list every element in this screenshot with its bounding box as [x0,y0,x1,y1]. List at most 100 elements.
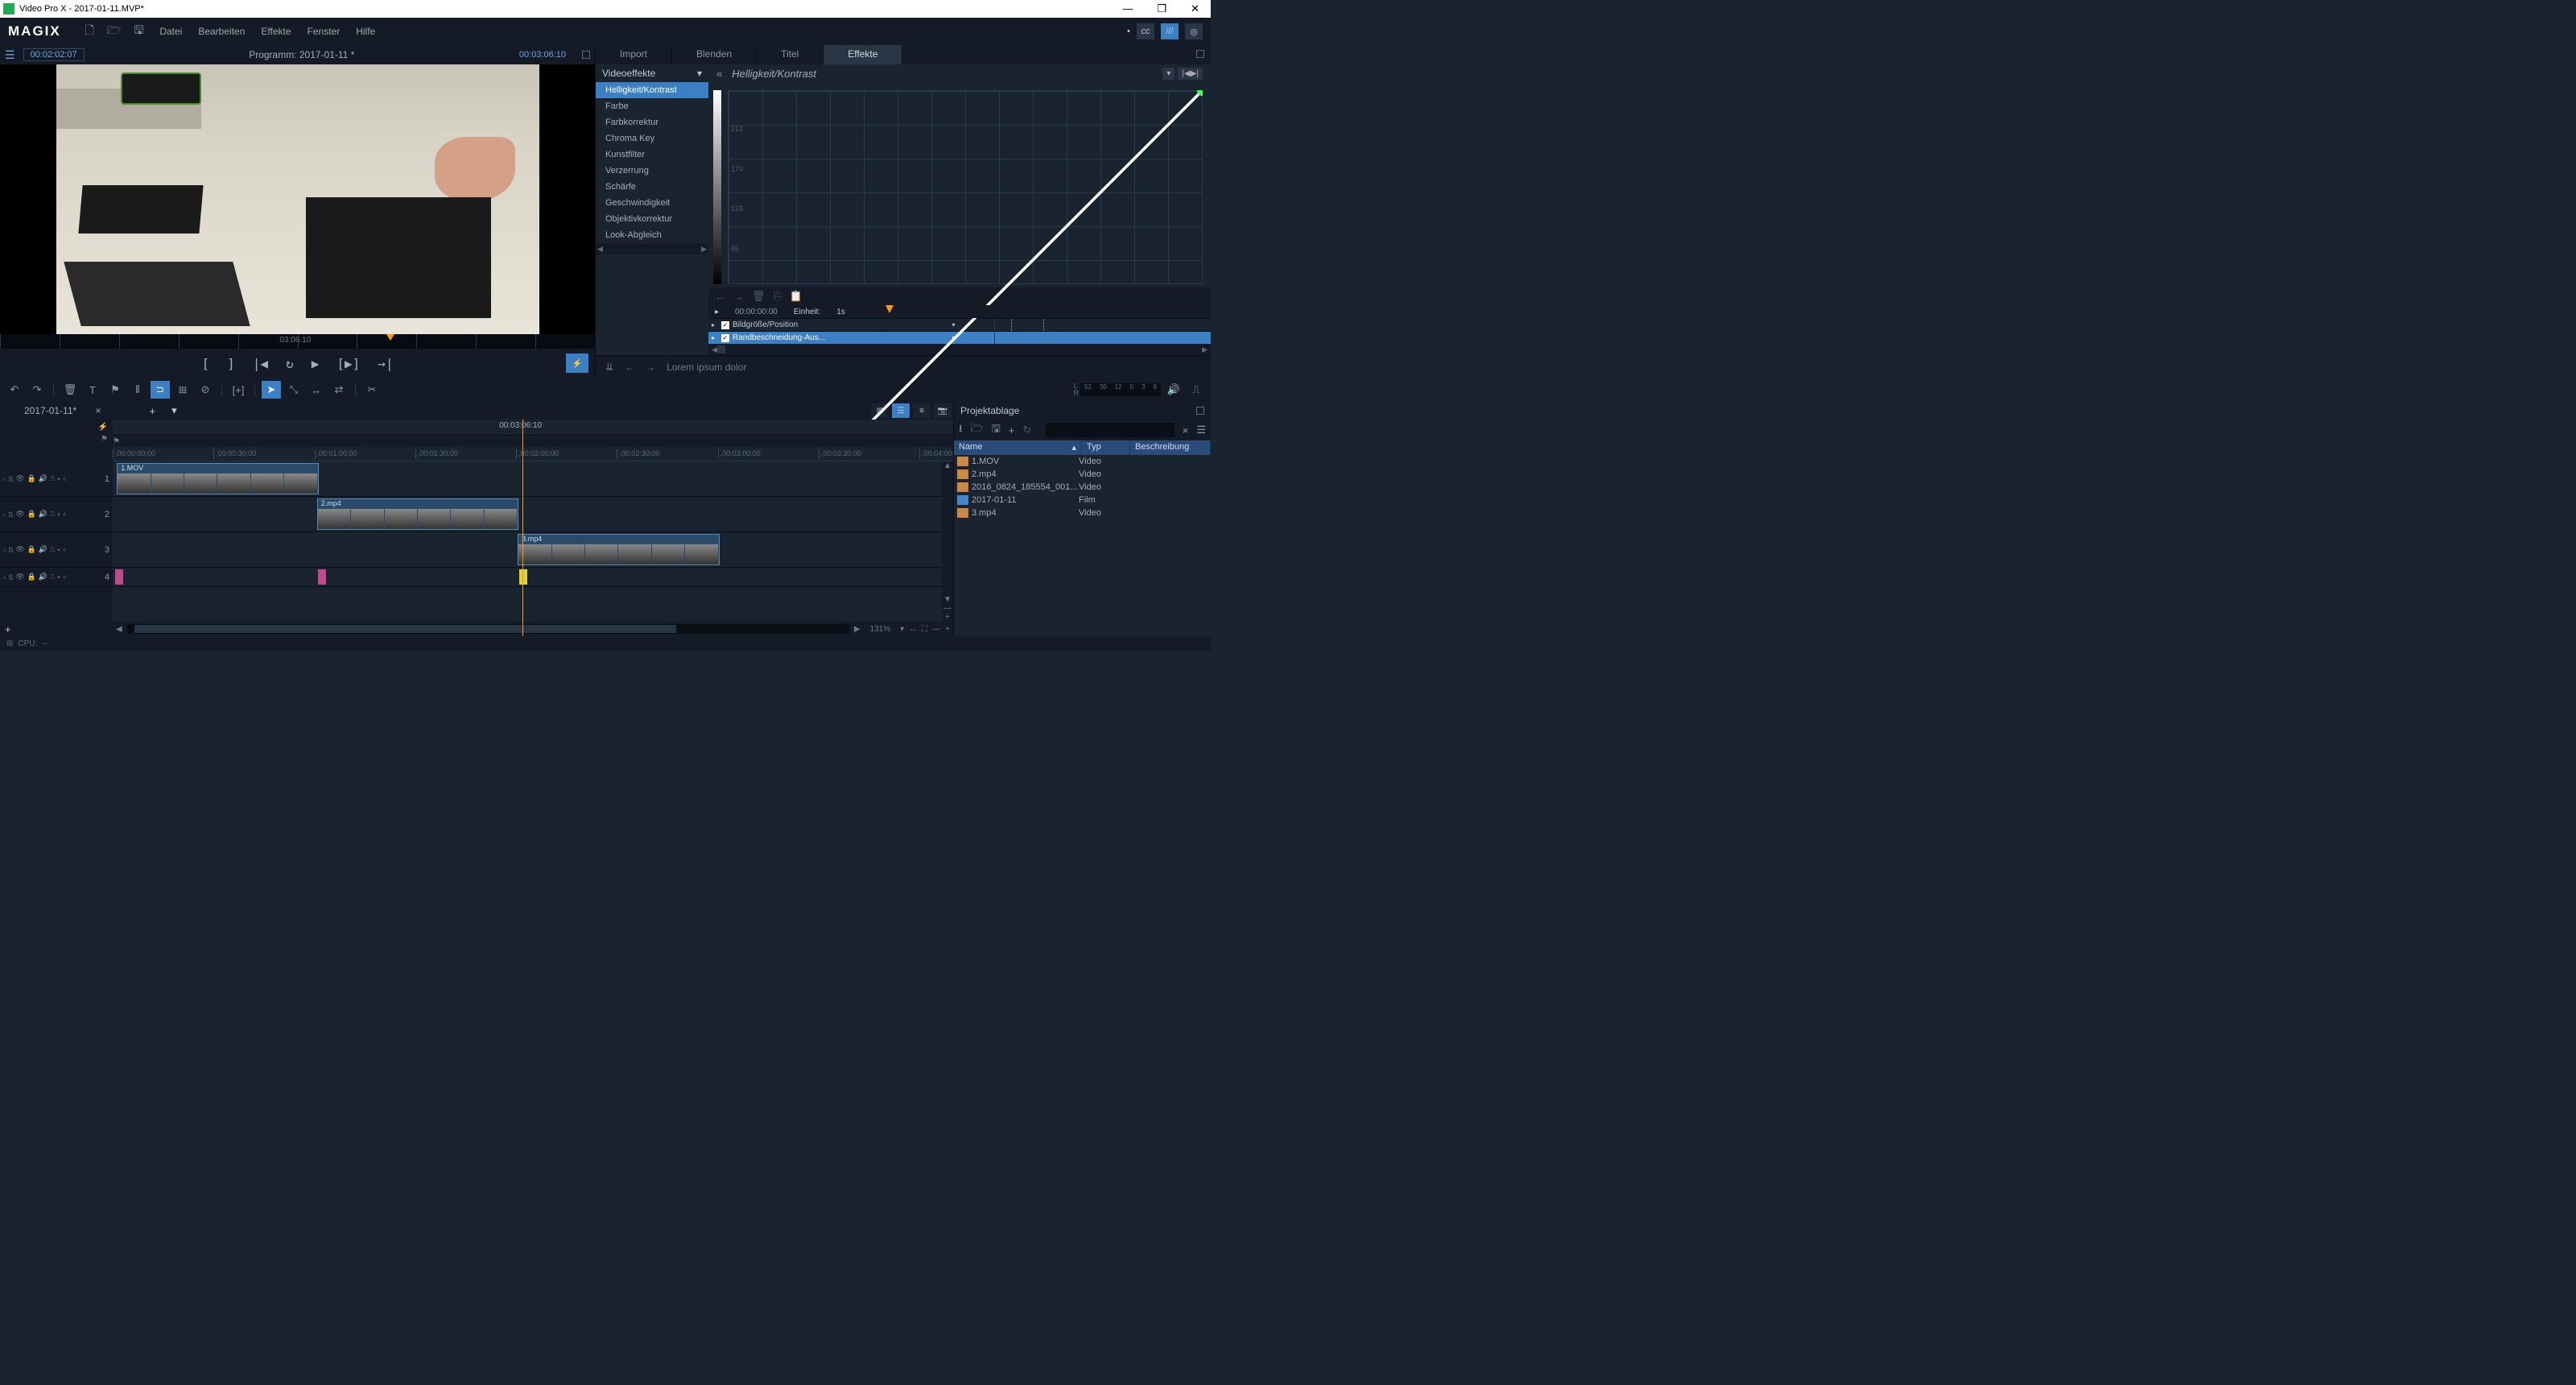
fx-item-helligkeitkontrast[interactable]: Helligkeit/Kontrast [596,82,708,98]
fx-item-kunstfilter[interactable]: Kunstfilter [596,147,708,163]
fx-item-chromakey[interactable]: Chroma Key [596,130,708,147]
timeline-tab[interactable]: 2017-01-11* × [0,403,142,419]
tab-blenden[interactable]: Blenden [672,45,757,64]
target-button[interactable]: ◎ [1185,23,1203,39]
open-folder-icon[interactable]: 🗁 [107,22,121,41]
scroll-left-icon[interactable]: ◀ [116,625,122,634]
timeline-vscroll[interactable]: ▲▼—+ [942,461,953,622]
undo-button[interactable]: ↶ [5,381,24,399]
timeline-hscroll[interactable]: ◀ ▶ 131% ▾ ↔ ⛶ — + [113,622,953,636]
select-tool[interactable]: ⤡ [284,381,303,399]
close-button[interactable]: ✕ [1191,2,1199,15]
fx-item-verzerrung[interactable]: Verzerrung [596,163,708,179]
hint-back-icon[interactable]: ← [625,362,634,373]
track[interactable]: 1.MOV [113,461,953,497]
track-head[interactable]: ▫S👁🔒🔊⎍•÷2 [0,497,113,532]
fx-item-geschwindigkeit[interactable]: Geschwindigkeit [596,195,708,211]
grid-icon[interactable]: ⊞ [6,639,13,648]
cut-tool[interactable]: ✂ [362,381,382,399]
fx-item-farbe[interactable]: Farbe [596,98,708,114]
maximize-fx-icon[interactable] [1196,50,1204,58]
clip[interactable]: 2.mp4 [317,498,519,530]
param-playhead[interactable] [886,305,894,313]
link-button[interactable]: 𐄳 [173,381,192,399]
preview-viewport[interactable] [0,64,595,334]
timeline-marker[interactable] [115,569,123,585]
track[interactable]: 3.mp4 [113,532,953,568]
fx-reset-icon[interactable]: |◀▶| [1178,68,1203,80]
hamburger-icon[interactable]: ☰ [5,48,15,62]
menu-bearbeiten[interactable]: Bearbeiten [198,26,245,37]
menu-hilfe[interactable]: Hilfe [356,26,375,37]
title-button[interactable]: T [83,381,102,399]
goto-start-icon[interactable]: |◀ [253,356,268,371]
nav-back-icon[interactable]: ← [715,291,725,303]
menu-effekte[interactable]: Effekte [261,26,291,37]
stripes-button[interactable]: /// [1161,23,1179,39]
fx-curve-editor[interactable]: 213 170 128 85 [728,85,1203,284]
add-button[interactable]: [+] [229,381,248,399]
ripple-tool[interactable]: ⇄ [329,381,349,399]
new-file-icon[interactable]: 🗋 [85,22,94,41]
bolt-small-icon[interactable]: ⚡ [98,423,108,432]
timeline-markers[interactable]: ⚑ [113,436,953,447]
fx-item-schrfe[interactable]: Schärfe [596,179,708,195]
maximize-panel-icon[interactable] [582,51,590,59]
scroll-right-icon[interactable]: ▶ [854,625,861,634]
marker-track[interactable] [113,568,953,587]
track-head[interactable]: ▫S👁🔒🔊⎍•÷4 [0,568,113,587]
fx-item-objektivkorrektur[interactable]: Objektivkorrektur [596,211,708,227]
timeline-ruler[interactable]: ,00:00:00;00,00:00:30;00,00:01:00;00,00:… [113,447,953,461]
group-button[interactable]: ⦀ [128,381,147,399]
track-head[interactable]: ▫S👁🔒🔊⎍•÷3 [0,532,113,568]
add-track-button[interactable]: + [0,622,113,636]
maximize-button[interactable]: ❐ [1157,2,1166,15]
loop-icon[interactable]: ↻ [286,356,294,371]
marker-flag-icon[interactable]: ⚑ [101,435,108,444]
save-icon[interactable]: 🖫 [134,22,143,41]
zoom-in-icon[interactable]: + [945,625,950,634]
zoom-out-icon[interactable]: — [932,625,940,634]
delete-button[interactable]: 🗑 [60,381,80,399]
track-head[interactable]: ▫S👁🔒🔊⎍•÷1 [0,461,113,497]
close-tab-icon[interactable]: × [96,405,101,416]
zoom-dropdown-icon[interactable]: ▾ [900,625,904,634]
stretch-tool[interactable]: ↔ [307,381,326,399]
tab-effekte[interactable]: Effekte [824,45,902,64]
pointer-tool[interactable]: ➤ [262,381,281,399]
bolt-button[interactable]: ⚡ [566,353,588,373]
chevron-double-down-icon[interactable]: ⇊ [605,362,613,373]
fx-category[interactable]: Videoeffekte▾ [596,64,708,82]
back-icon[interactable]: « [716,68,722,80]
fx-list-scrollbar[interactable]: ◀▶ [596,243,708,254]
marker-button[interactable]: ⚑ [105,381,125,399]
fit-width-icon[interactable]: ↔ [909,625,917,634]
hint-fwd-icon[interactable]: → [646,362,655,373]
play-range-icon[interactable]: [▶] [336,356,360,371]
range-end-icon[interactable]: ] [227,356,235,371]
menu-datei[interactable]: Datei [159,26,182,37]
play-icon[interactable]: ▶ [312,356,320,371]
track[interactable]: 2.mp4 [113,497,953,532]
fx-dropdown-icon[interactable]: ▾ [1162,68,1174,80]
tab-dropdown-icon[interactable]: ▾ [163,404,185,417]
snap-button[interactable]: ⊃ [151,381,170,399]
timeline-playhead[interactable] [522,420,523,636]
timeline-marker[interactable] [318,569,326,585]
menu-dot[interactable]: • [1127,27,1130,36]
timecode-in[interactable]: 00:02:02:07 [23,48,85,61]
arrow-right-icon[interactable]: ▸ [715,308,719,316]
ungroup-button[interactable]: ⊘ [196,381,215,399]
marker-flag[interactable]: ⚑ [113,437,120,446]
fx-item-farbkorrektur[interactable]: Farbkorrektur [596,114,708,130]
range-start-icon[interactable]: [ [202,356,210,371]
clip[interactable]: 3.mp4 [518,534,720,565]
add-tab-button[interactable]: + [142,405,164,417]
tab-titel[interactable]: Titel [757,45,824,64]
clip[interactable]: 1.MOV [117,463,319,494]
playhead-marker[interactable] [386,334,394,341]
tab-import[interactable]: Import [596,45,672,64]
minimize-button[interactable]: — [1122,2,1133,15]
cc-button[interactable]: cc [1137,23,1154,39]
zoom-level[interactable]: 131% [865,625,896,634]
